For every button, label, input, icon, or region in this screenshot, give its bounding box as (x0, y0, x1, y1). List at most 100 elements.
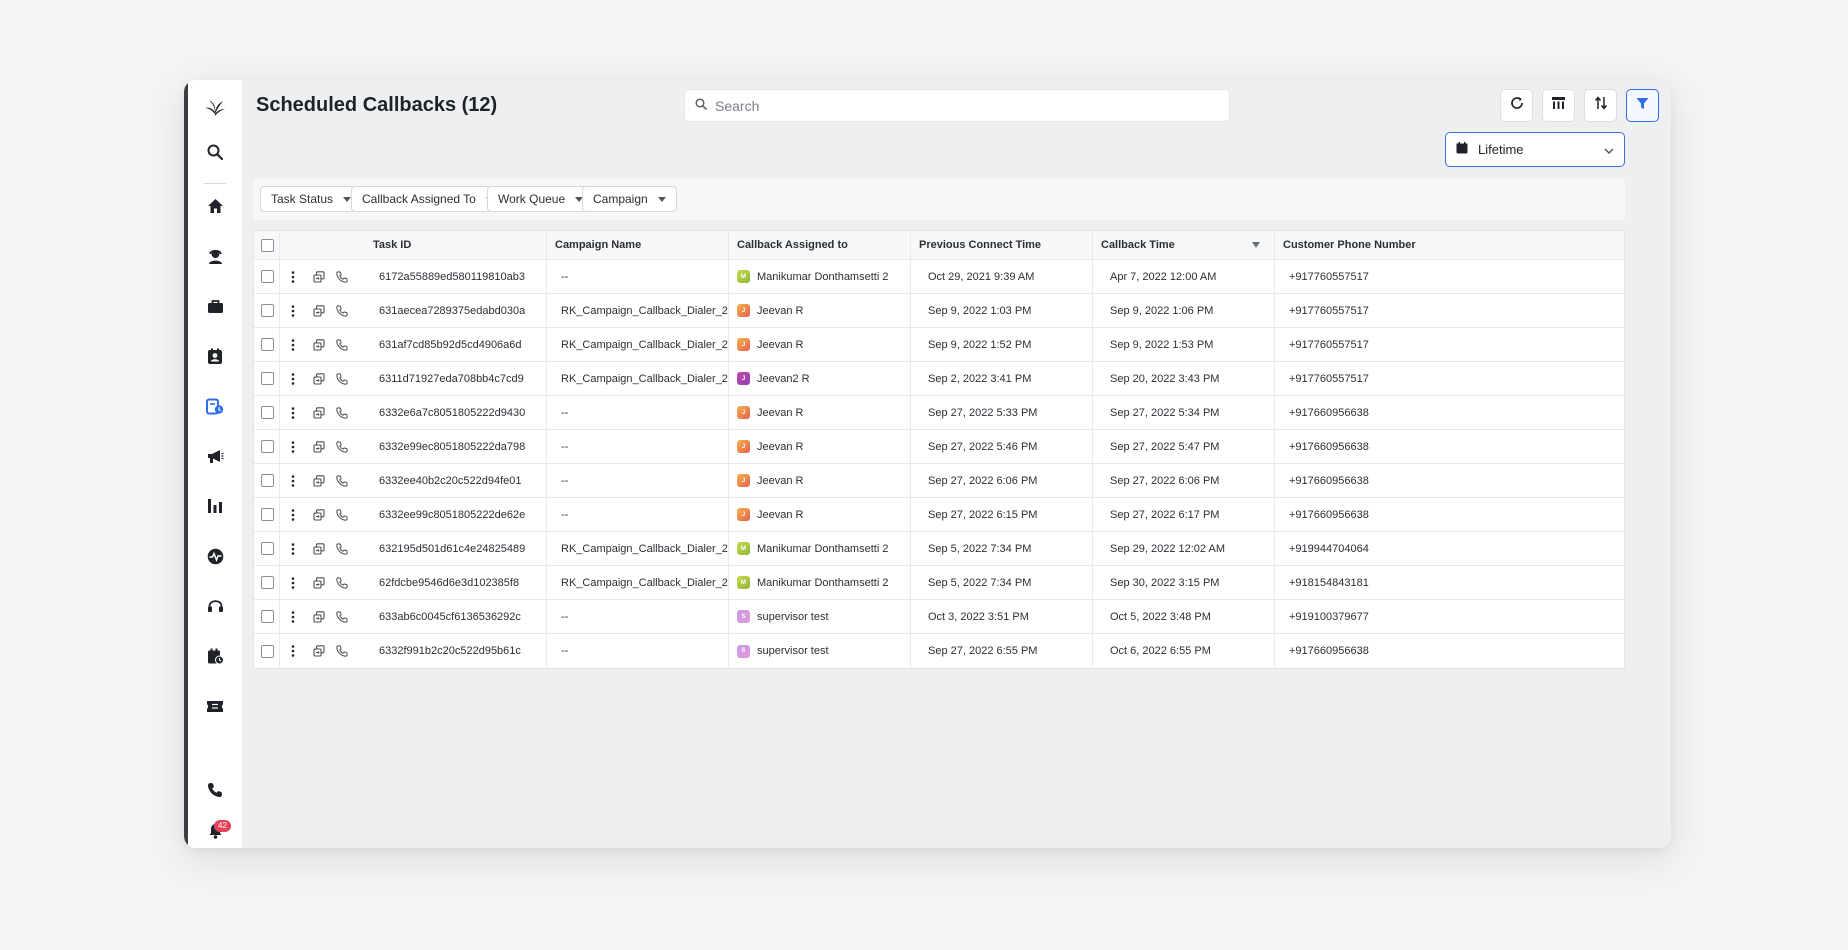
reassign-icon[interactable] (311, 337, 327, 353)
row-checkbox[interactable] (261, 304, 274, 317)
reassign-icon[interactable] (311, 507, 327, 523)
column-header-campaign-name[interactable]: Campaign Name (555, 231, 641, 259)
more-options-icon[interactable] (286, 542, 300, 556)
search-box[interactable] (684, 89, 1230, 122)
column-header-task-id[interactable]: Task ID (373, 231, 411, 259)
table-row[interactable]: 633ab6c0045cf6136536292c -- S supervisor… (254, 600, 1624, 634)
search-icon[interactable] (202, 139, 228, 165)
call-icon[interactable] (334, 609, 350, 625)
call-icon[interactable] (334, 507, 350, 523)
task-id: 62fdcbe9546d6e3d102385f8 (379, 576, 520, 589)
headset-icon[interactable] (202, 593, 228, 619)
row-checkbox[interactable] (261, 406, 274, 419)
contacts-icon[interactable] (202, 343, 228, 369)
more-options-icon[interactable] (286, 474, 300, 488)
column-divider (728, 566, 729, 599)
row-checkbox[interactable] (261, 610, 274, 623)
filter-callback-assigned-to[interactable]: Callback Assigned To (351, 186, 505, 212)
calendar-icon[interactable] (202, 643, 228, 669)
activity-icon[interactable] (202, 543, 228, 569)
reassign-icon[interactable] (311, 371, 327, 387)
filter-button[interactable] (1626, 89, 1659, 122)
table-row[interactable]: 6332ee99c8051805222de62e -- J Jeevan R S… (254, 498, 1624, 532)
table-row[interactable]: 6332ee40b2c20c522d94fe01 -- J Jeevan R S… (254, 464, 1624, 498)
column-divider (279, 328, 280, 361)
refresh-button[interactable] (1500, 89, 1533, 122)
column-header-phone-number[interactable]: Customer Phone Number (1283, 231, 1416, 259)
reassign-icon[interactable] (311, 609, 327, 625)
row-checkbox[interactable] (261, 542, 274, 555)
call-icon[interactable] (334, 439, 350, 455)
ticket-icon[interactable] (202, 693, 228, 719)
reassign-icon[interactable] (311, 303, 327, 319)
column-header-previous-connect-time[interactable]: Previous Connect Time (919, 231, 1041, 259)
more-options-icon[interactable] (286, 508, 300, 522)
more-options-icon[interactable] (286, 372, 300, 386)
date-range-value: Lifetime (1478, 142, 1524, 157)
filter-task-status[interactable]: Task Status (260, 186, 363, 212)
table-row[interactable]: 6332f991b2c20c522d95b61c -- S supervisor… (254, 634, 1624, 668)
home-icon[interactable] (202, 193, 228, 219)
more-options-icon[interactable] (286, 576, 300, 590)
reports-icon[interactable] (202, 493, 228, 519)
table-row[interactable]: 6172a55889ed580119810ab3 -- M Manikumar … (254, 260, 1624, 294)
callbacks-icon[interactable] (202, 393, 228, 419)
call-icon[interactable] (334, 371, 350, 387)
call-icon[interactable] (334, 643, 350, 659)
table-row[interactable]: 631af7cd85b92d5cd4906a6d RK_Campaign_Cal… (254, 328, 1624, 362)
filter-work-queue[interactable]: Work Queue (487, 186, 595, 212)
phone-icon[interactable] (202, 777, 228, 803)
column-header-callback-time[interactable]: Callback Time (1101, 231, 1175, 259)
campaign-icon[interactable] (202, 443, 228, 469)
table-row[interactable]: 62fdcbe9546d6e3d102385f8 RK_Campaign_Cal… (254, 566, 1624, 600)
table-row[interactable]: 632195d501d61c4e24825489 RK_Campaign_Cal… (254, 532, 1624, 566)
call-icon[interactable] (334, 575, 350, 591)
more-options-icon[interactable] (286, 270, 300, 284)
reassign-icon[interactable] (311, 575, 327, 591)
more-options-icon[interactable] (286, 644, 300, 658)
previous-connect-time: Oct 29, 2021 9:39 AM (928, 270, 1035, 283)
call-icon[interactable] (334, 303, 350, 319)
table-row[interactable]: 6332e6a7c8051805222d9430 -- J Jeevan R S… (254, 396, 1624, 430)
more-options-icon[interactable] (286, 304, 300, 318)
reassign-icon[interactable] (311, 269, 327, 285)
more-options-icon[interactable] (286, 338, 300, 352)
table-row[interactable]: 6311d71927eda708bb4c7cd9 RK_Campaign_Cal… (254, 362, 1624, 396)
table-row[interactable]: 6332e99ec8051805222da798 -- J Jeevan R S… (254, 430, 1624, 464)
reassign-icon[interactable] (311, 473, 327, 489)
row-checkbox[interactable] (261, 508, 274, 521)
more-options-icon[interactable] (286, 406, 300, 420)
row-checkbox[interactable] (261, 338, 274, 351)
search-input[interactable] (715, 97, 1195, 114)
select-all-checkbox[interactable] (261, 238, 274, 252)
reassign-icon[interactable] (311, 439, 327, 455)
row-checkbox[interactable] (261, 270, 274, 283)
column-divider (1092, 231, 1093, 259)
column-header-assigned-to[interactable]: Callback Assigned to (737, 231, 848, 259)
row-checkbox[interactable] (261, 440, 274, 453)
sort-button[interactable] (1584, 89, 1617, 122)
more-options-icon[interactable] (286, 440, 300, 454)
row-checkbox[interactable] (261, 372, 274, 385)
reassign-icon[interactable] (311, 643, 327, 659)
filter-campaign[interactable]: Campaign (582, 186, 677, 212)
more-options-icon[interactable] (286, 610, 300, 624)
call-icon[interactable] (334, 405, 350, 421)
call-icon[interactable] (334, 269, 350, 285)
reassign-icon[interactable] (311, 541, 327, 557)
row-checkbox[interactable] (261, 576, 274, 589)
call-icon[interactable] (334, 337, 350, 353)
callbacks-table: Task ID Campaign Name Callback Assigned … (253, 230, 1625, 669)
call-icon[interactable] (334, 541, 350, 557)
reassign-icon[interactable] (311, 405, 327, 421)
agent-icon[interactable] (202, 243, 228, 269)
call-icon[interactable] (334, 473, 350, 489)
row-checkbox[interactable] (261, 474, 274, 487)
date-range-select[interactable]: Lifetime (1445, 132, 1625, 167)
logo-icon[interactable] (202, 95, 228, 121)
row-checkbox[interactable] (261, 644, 274, 658)
columns-button[interactable] (1542, 89, 1575, 122)
table-row[interactable]: 631aecea7289375edabd030a RK_Campaign_Cal… (254, 294, 1624, 328)
briefcase-icon[interactable] (202, 293, 228, 319)
sort-desc-icon[interactable] (1252, 242, 1260, 248)
